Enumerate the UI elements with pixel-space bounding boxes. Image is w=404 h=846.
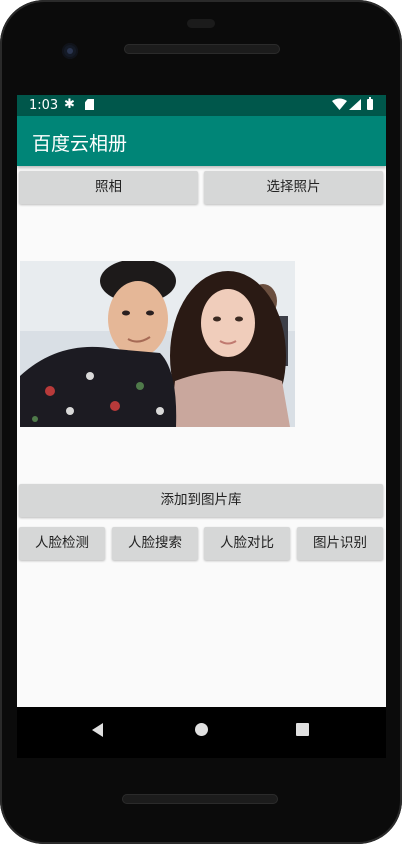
- choose-photo-label: 选择照片: [266, 179, 321, 195]
- add-to-library-label: 添加到图片库: [160, 492, 242, 508]
- back-icon[interactable]: [92, 723, 103, 737]
- image-recognition-label: 图片识别: [313, 535, 367, 551]
- take-photo-label: 照相: [95, 179, 122, 195]
- bottom-speaker: [122, 794, 278, 804]
- face-detect-button[interactable]: 人脸检测: [19, 527, 105, 560]
- sd-card-icon: [85, 99, 94, 110]
- settings-icon: ✱: [64, 97, 75, 112]
- navigation-bar: [17, 707, 386, 758]
- screen: 1:03 ✱ 百度云相册 照相 选择照片 添加到图片库 人脸检测 人脸搜索 人脸…: [17, 95, 386, 758]
- face-compare-label: 人脸对比: [220, 535, 274, 551]
- signal-icon: [349, 99, 361, 110]
- recents-icon[interactable]: [296, 723, 309, 736]
- face-search-label: 人脸搜索: [128, 535, 182, 551]
- home-icon[interactable]: [195, 723, 208, 736]
- choose-photo-button[interactable]: 选择照片: [204, 171, 383, 204]
- add-to-library-button[interactable]: 添加到图片库: [19, 484, 383, 517]
- proximity-sensor: [187, 19, 215, 28]
- photo-image: [20, 261, 295, 427]
- face-detect-label: 人脸检测: [35, 535, 89, 551]
- image-recognition-button[interactable]: 图片识别: [297, 527, 383, 560]
- status-time: 1:03: [29, 98, 59, 113]
- face-search-button[interactable]: 人脸搜索: [112, 527, 198, 560]
- phone-frame: 1:03 ✱ 百度云相册 照相 选择照片 添加到图片库 人脸检测 人脸搜索 人脸…: [0, 0, 402, 844]
- selected-photo: [20, 261, 295, 427]
- take-photo-button[interactable]: 照相: [19, 171, 198, 204]
- battery-icon: [367, 97, 373, 110]
- wifi-icon: [332, 98, 347, 110]
- front-camera: [62, 43, 78, 59]
- earpiece-speaker: [124, 44, 280, 54]
- status-bar: 1:03 ✱: [17, 95, 386, 116]
- face-compare-button[interactable]: 人脸对比: [204, 527, 290, 560]
- app-title: 百度云相册: [32, 133, 128, 155]
- app-bar: 百度云相册: [17, 116, 386, 166]
